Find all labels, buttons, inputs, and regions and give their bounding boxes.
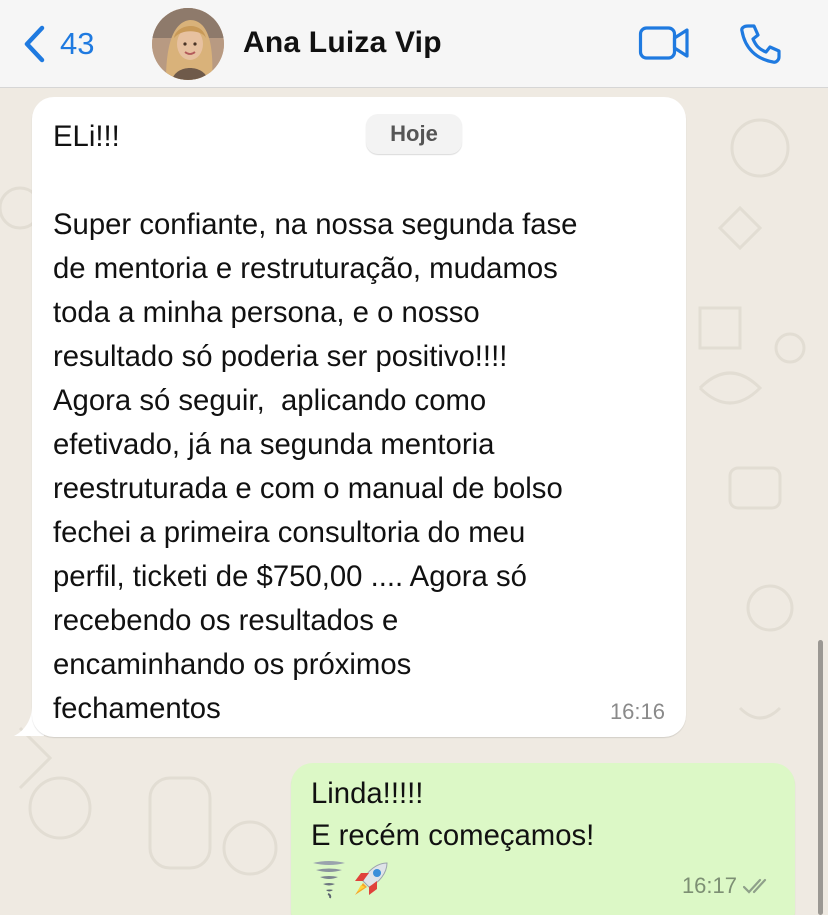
scrollbar[interactable] bbox=[818, 640, 823, 915]
unread-count: 43 bbox=[60, 26, 95, 61]
voice-call-button[interactable] bbox=[738, 22, 782, 71]
chat-area[interactable]: ELi!!! Super confiante, na nossa segunda… bbox=[0, 88, 828, 915]
read-double-check-icon bbox=[743, 878, 767, 894]
chevron-left-icon bbox=[24, 25, 45, 63]
date-separator: Hoje bbox=[366, 114, 462, 154]
tornado-icon bbox=[311, 859, 347, 904]
message-meta: 16:17 bbox=[682, 873, 775, 899]
chat-header: 43 Ana Luiza Vip bbox=[0, 0, 828, 88]
avatar[interactable] bbox=[152, 8, 224, 80]
message-time: 16:16 bbox=[609, 699, 665, 724]
outgoing-message-bubble[interactable]: Linda!!!!! E recém começamos! 16:17 bbox=[291, 763, 795, 915]
video-camera-icon bbox=[638, 26, 689, 60]
rocket-icon bbox=[351, 859, 391, 904]
message-text: Linda!!!!! E recém começamos! bbox=[311, 777, 595, 852]
contact-name[interactable]: Ana Luiza Vip bbox=[243, 26, 442, 60]
back-button[interactable]: 43 bbox=[22, 22, 94, 66]
incoming-message-bubble[interactable]: ELi!!! Super confiante, na nossa segunda… bbox=[32, 97, 686, 737]
phone-icon bbox=[740, 24, 781, 64]
video-call-button[interactable] bbox=[638, 24, 690, 67]
message-time: 16:17 bbox=[681, 873, 737, 898]
message-text: ELi!!! Super confiante, na nossa segunda… bbox=[53, 120, 578, 725]
